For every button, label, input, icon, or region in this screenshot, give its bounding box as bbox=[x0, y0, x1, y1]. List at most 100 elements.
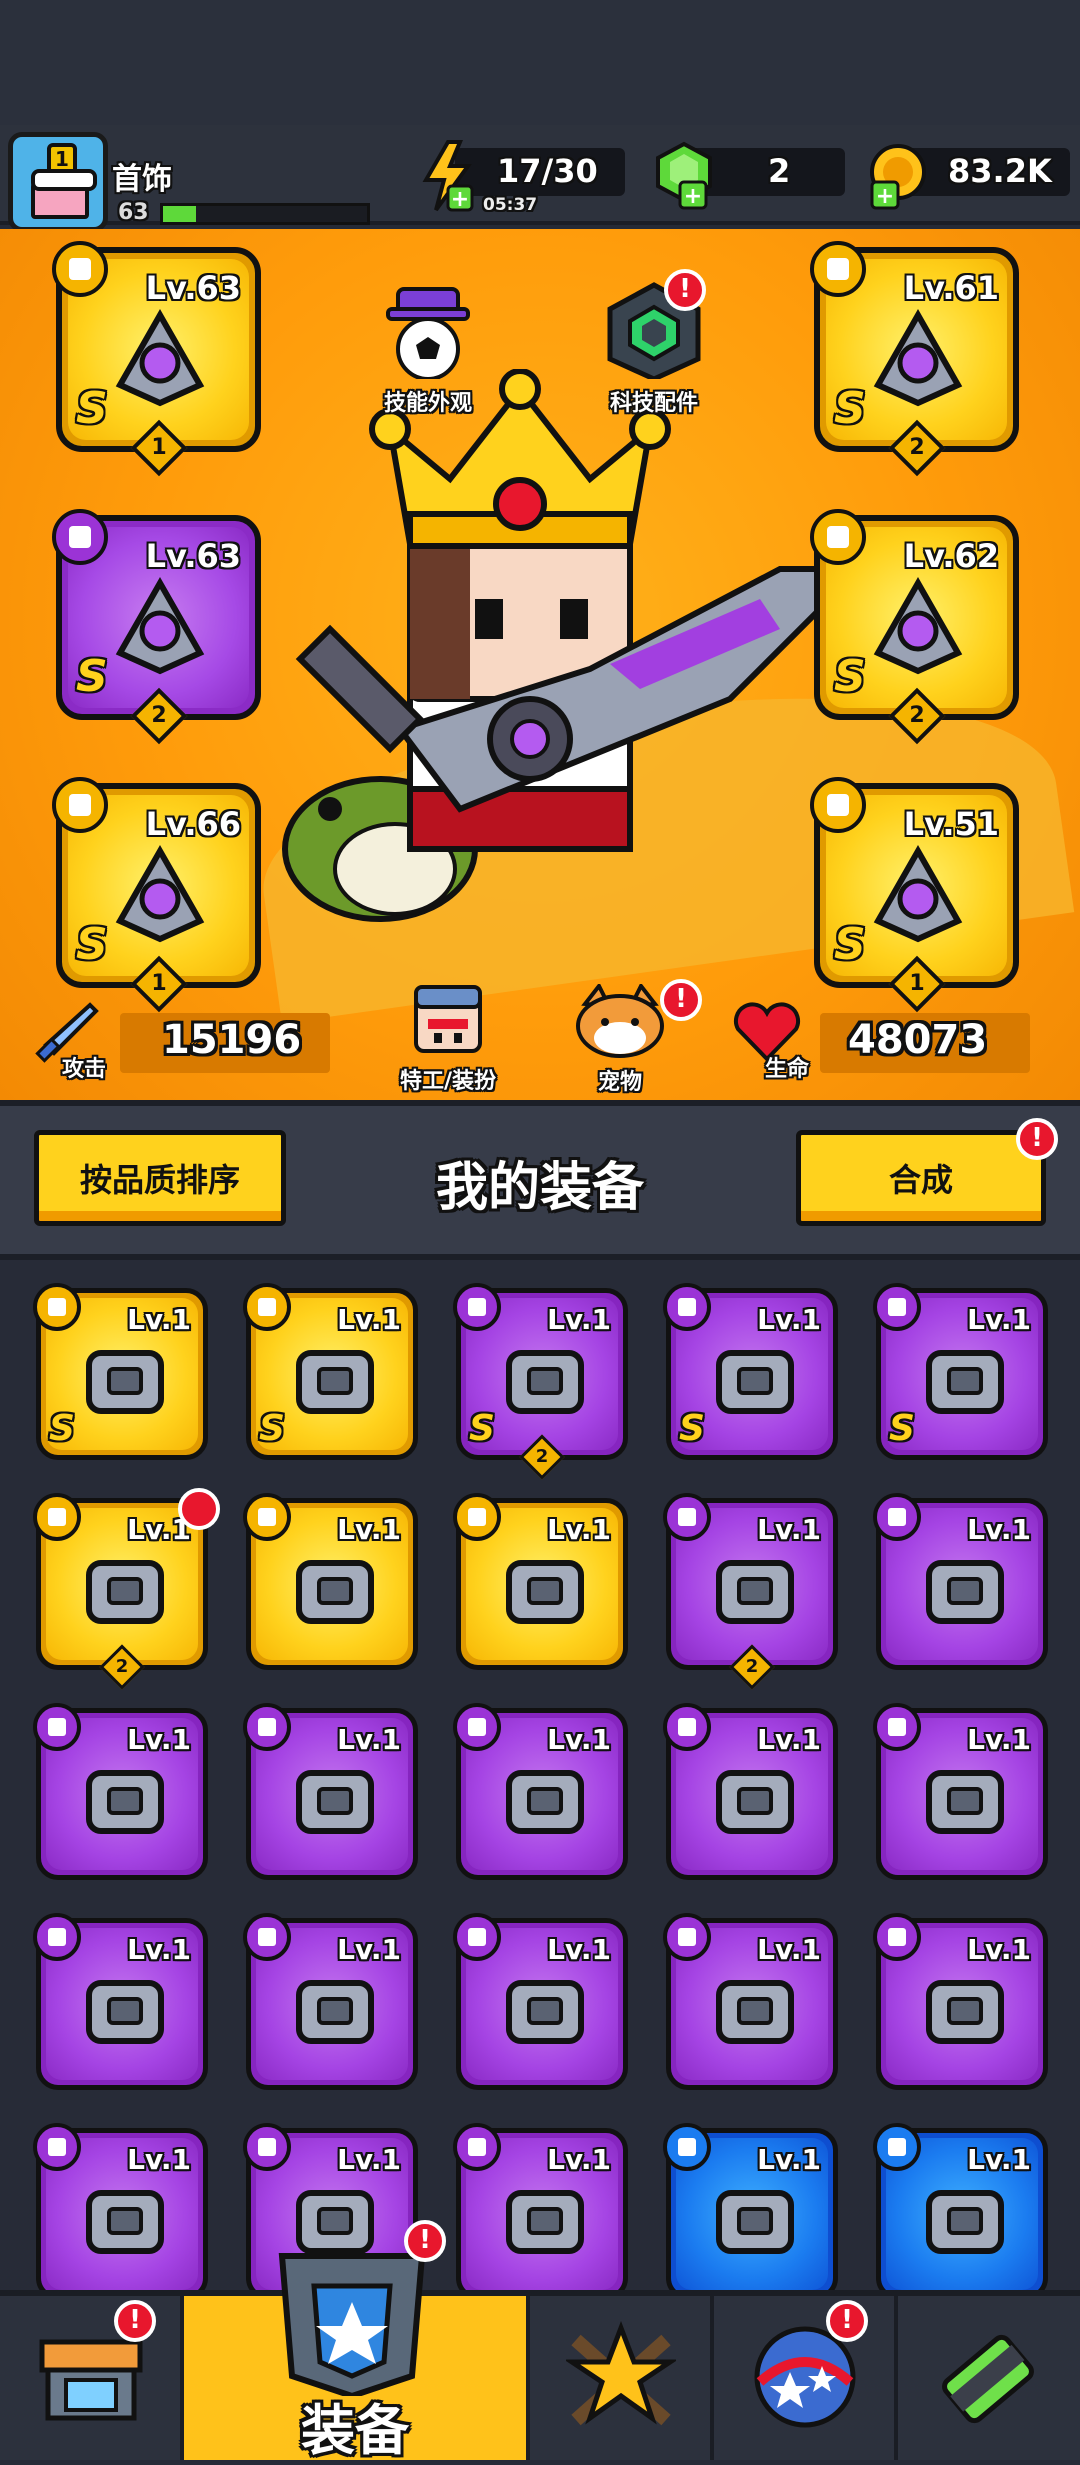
item-gear-icon bbox=[926, 1350, 1004, 1414]
item-level: Lv.1 bbox=[337, 1303, 401, 1336]
tab-gene[interactable] bbox=[898, 2296, 1080, 2460]
gloves-icon bbox=[115, 844, 205, 943]
slot-level: Lv.63 bbox=[145, 269, 241, 307]
tab-equipment-label: 装备 bbox=[301, 2399, 409, 2462]
slot-rank: S bbox=[834, 651, 866, 702]
item-level: Lv.1 bbox=[127, 1723, 191, 1756]
slot-level: Lv.66 bbox=[145, 805, 241, 843]
inventory-item[interactable]: Lv.1 S 2 bbox=[453, 1283, 628, 1480]
inventory-item[interactable]: Lv.1 bbox=[873, 2123, 1048, 2300]
item-type-icon bbox=[453, 1493, 501, 1541]
slot-star-count: 2 bbox=[150, 703, 167, 728]
item-type-icon bbox=[453, 1703, 501, 1751]
tech-parts-alert: ! bbox=[664, 269, 706, 311]
inventory-item[interactable]: Lv.1 S bbox=[33, 1283, 208, 1460]
item-level: Lv.1 bbox=[337, 1933, 401, 1966]
slot-star-count: 2 bbox=[908, 703, 925, 728]
item-type-icon bbox=[243, 1913, 291, 1961]
player-name: 首饰 bbox=[112, 162, 172, 197]
inventory-item[interactable]: Lv.1 bbox=[243, 1703, 418, 1880]
slot-level: Lv.63 bbox=[145, 537, 241, 575]
merge-button[interactable]: 合成 bbox=[796, 1130, 1046, 1226]
tab-equipment[interactable]: 装备 bbox=[184, 2253, 530, 2462]
tab-talent[interactable] bbox=[530, 2296, 714, 2460]
hero-panel: 技能外观 科技配件 ! Lv.63 S 1 Lv.61 S 2 Lv.63 S 2 Lv.62 S 2… bbox=[0, 229, 1080, 1100]
item-star-count: 2 bbox=[535, 1446, 549, 1467]
inventory-item[interactable]: Lv.1 bbox=[663, 1703, 838, 1880]
item-gear-icon bbox=[506, 1560, 584, 1624]
energy-timer: 05:37 bbox=[483, 195, 538, 215]
item-gear-icon bbox=[296, 1560, 374, 1624]
equipment-alert: ! bbox=[404, 2220, 446, 2262]
inventory-item[interactable]: Lv.1 bbox=[453, 2123, 628, 2300]
inventory-item[interactable]: Lv.1 bbox=[453, 1703, 628, 1880]
inventory-item[interactable]: Lv.1 2 bbox=[33, 1493, 208, 1690]
item-type-icon bbox=[33, 1493, 81, 1541]
equipped-slot-armor[interactable]: Lv.61 S 2 bbox=[810, 241, 1019, 477]
equipped-slot-necklace[interactable]: Lv.63 S 2 bbox=[52, 509, 261, 745]
item-level: Lv.1 bbox=[127, 1303, 191, 1336]
inventory-item[interactable]: Lv.1 S bbox=[873, 1283, 1048, 1460]
item-level: Lv.1 bbox=[967, 1723, 1031, 1756]
weapon-icon bbox=[115, 308, 205, 407]
inventory-item[interactable]: Lv.1 bbox=[873, 1493, 1048, 1670]
inventory-item[interactable]: Lv.1 S bbox=[663, 1283, 838, 1460]
inventory-item[interactable]: Lv.1 bbox=[663, 1913, 838, 2090]
item-type-icon bbox=[453, 2123, 501, 2171]
pet-label: 宠物 bbox=[597, 1070, 642, 1095]
coin-icon[interactable]: + bbox=[866, 142, 930, 210]
tech-parts-label: 科技配件 bbox=[609, 391, 698, 416]
slot-rank: S bbox=[76, 651, 108, 702]
equipped-slot-boots[interactable]: Lv.51 S 1 bbox=[810, 777, 1019, 1013]
item-rank: S bbox=[679, 1408, 705, 1449]
energy-bolt-icon[interactable]: + bbox=[418, 140, 478, 212]
inventory-item[interactable]: Lv.1 bbox=[33, 1913, 208, 2090]
item-gear-icon bbox=[86, 2190, 164, 2254]
item-type-icon bbox=[243, 1703, 291, 1751]
item-gear-icon bbox=[716, 1350, 794, 1414]
inventory-item[interactable]: Lv.1 bbox=[873, 1913, 1048, 2090]
item-level: Lv.1 bbox=[967, 1303, 1031, 1336]
inventory-item[interactable]: Lv.1 bbox=[453, 1913, 628, 2090]
inventory-item[interactable]: Lv.1 bbox=[243, 1913, 418, 2090]
inventory-item[interactable]: Lv.1 bbox=[453, 1493, 628, 1670]
slot-rank: S bbox=[76, 919, 108, 970]
inventory-item[interactable]: Lv.1 2 bbox=[663, 1493, 838, 1690]
equipped-slot-belt[interactable]: Lv.62 S 2 bbox=[810, 509, 1019, 745]
gene-capsule-icon bbox=[942, 2334, 1034, 2424]
item-gear-icon bbox=[86, 1770, 164, 1834]
gem-value: 2 bbox=[768, 152, 791, 190]
inventory-item[interactable]: Lv.1 bbox=[33, 1703, 208, 1880]
item-gear-icon bbox=[296, 1980, 374, 2044]
inventory-item[interactable]: Lv.1 S bbox=[243, 1283, 418, 1460]
inventory-item[interactable]: Lv.1 bbox=[663, 2123, 838, 2300]
slot-level: Lv.51 bbox=[903, 805, 999, 843]
slot-type-icon bbox=[810, 241, 866, 297]
agent-outfit-button[interactable]: 特工/装扮 bbox=[378, 977, 518, 1095]
player-avatar[interactable]: 1 bbox=[8, 132, 108, 232]
skill-skin-button[interactable]: 技能外观 bbox=[368, 279, 488, 417]
tab-shop[interactable] bbox=[0, 2296, 184, 2460]
slot-type-icon bbox=[810, 509, 866, 565]
coin-value: 83.2K bbox=[948, 152, 1052, 190]
item-rank: S bbox=[889, 1408, 915, 1449]
inventory-item[interactable]: Lv.1 bbox=[33, 2123, 208, 2300]
item-type-icon bbox=[453, 1913, 501, 1961]
belt-icon bbox=[873, 576, 963, 675]
item-level: Lv.1 bbox=[967, 1513, 1031, 1546]
cake-icon bbox=[31, 169, 97, 219]
item-gear-icon bbox=[506, 2190, 584, 2254]
boots-icon bbox=[873, 844, 963, 943]
gem-icon[interactable]: + bbox=[652, 140, 716, 210]
item-gear-icon bbox=[716, 2190, 794, 2254]
item-type-icon bbox=[873, 1493, 921, 1541]
armor-icon bbox=[873, 308, 963, 407]
inventory-item[interactable]: Lv.1 bbox=[243, 1493, 418, 1670]
equipped-slot-weapon[interactable]: Lv.63 S 1 bbox=[52, 241, 261, 477]
item-gear-icon bbox=[716, 1770, 794, 1834]
item-gear-icon bbox=[506, 1980, 584, 2044]
hero-character[interactable] bbox=[260, 369, 900, 969]
tab-event[interactable] bbox=[714, 2296, 898, 2460]
inventory-item[interactable]: Lv.1 bbox=[873, 1703, 1048, 1880]
equipped-slot-gloves[interactable]: Lv.66 S 1 bbox=[52, 777, 261, 1013]
